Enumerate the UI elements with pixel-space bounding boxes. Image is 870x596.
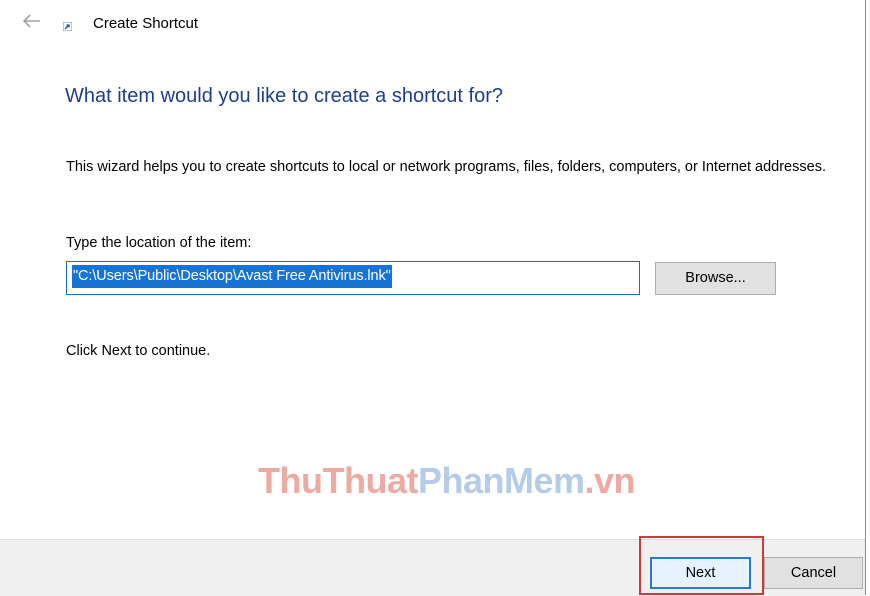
create-shortcut-window: Create Shortcut What item would you like… bbox=[0, 0, 870, 596]
continue-instruction: Click Next to continue. bbox=[66, 343, 211, 359]
cancel-button[interactable]: Cancel bbox=[764, 557, 863, 589]
window-title: Create Shortcut bbox=[93, 15, 199, 32]
watermark-part-3: .vn bbox=[584, 460, 636, 501]
wizard-description: This wizard helps you to create shortcut… bbox=[66, 159, 826, 175]
location-label: Type the location of the item: bbox=[66, 235, 252, 251]
watermark-logo: ThuThuatPhanMem.vn bbox=[258, 460, 636, 502]
shortcut-icon bbox=[63, 22, 72, 31]
location-value-selected: "C:\Users\Public\Desktop\Avast Free Anti… bbox=[72, 265, 392, 288]
page-heading: What item would you like to create a sho… bbox=[65, 85, 503, 107]
browse-button[interactable]: Browse... bbox=[655, 262, 776, 295]
location-input[interactable]: "C:\Users\Public\Desktop\Avast Free Anti… bbox=[66, 261, 640, 295]
next-button[interactable]: Next bbox=[650, 557, 751, 589]
left-arrow-icon[interactable] bbox=[22, 14, 42, 28]
window-border bbox=[865, 0, 866, 595]
title-bar: Create Shortcut bbox=[0, 0, 865, 44]
watermark-part-2: PhanMem bbox=[417, 460, 585, 501]
watermark-part-1: ThuThuat bbox=[258, 460, 418, 501]
